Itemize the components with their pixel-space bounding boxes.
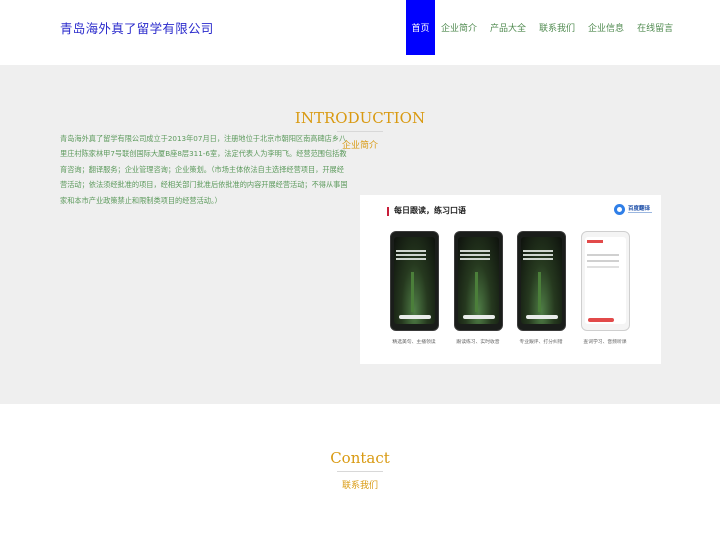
nav-item-home[interactable]: 首页 [406,0,435,55]
phone-mockup-2 [454,231,503,331]
nav-item-about[interactable]: 企业简介 [441,0,477,55]
phone-mockup-4 [581,231,630,331]
image-caption-3: 专业跟评、打分纠错 [519,340,563,345]
image-logo-text: 百度翻译 [628,206,651,212]
contact-title: Contact [330,449,390,467]
heading-accent-bar [387,207,389,216]
brand-title[interactable]: 青岛海外真了留学有限公司 [60,18,214,37]
site-header: 青岛海外真了留学有限公司 首页 企业简介 产品大全 联系我们 企业信息 在线留言 [0,0,720,65]
intro-title: INTRODUCTION [294,109,426,127]
contact-subtitle: 联系我们 [341,481,378,491]
nav-item-products[interactable]: 产品大全 [490,0,526,55]
translate-logo-icon [614,204,625,215]
main-nav: 首页 企业简介 产品大全 联系我们 企业信息 在线留言 [406,0,673,55]
logo-underline [628,212,652,213]
intro-image: 每日跟读，练习口语 百度翻译 精选美句、主播领读 跟读练习、实时收音 专业跟评、… [360,195,661,364]
image-caption-1: 精选美句、主播领读 [392,340,436,345]
nav-item-company-info[interactable]: 企业信息 [588,0,624,55]
nav-item-contact[interactable]: 联系我们 [539,0,575,55]
intro-paragraph: 青岛海外真了留学有限公司成立于2013年07月日，注册地位于北京市朝阳区南高碑店… [60,134,348,205]
contact-divider [337,471,383,472]
image-heading: 每日跟读，练习口语 [394,206,466,215]
phone-mockup-3 [517,231,566,331]
phone-mockup-1 [390,231,439,331]
nav-item-message[interactable]: 在线留言 [637,0,673,55]
image-caption-4: 查词学习、音频听课 [583,340,627,345]
image-caption-2: 跟读练习、实时收音 [456,340,500,345]
intro-section: INTRODUCTION 企业简介 青岛海外真了留学有限公司成立于2013年07… [0,65,720,404]
